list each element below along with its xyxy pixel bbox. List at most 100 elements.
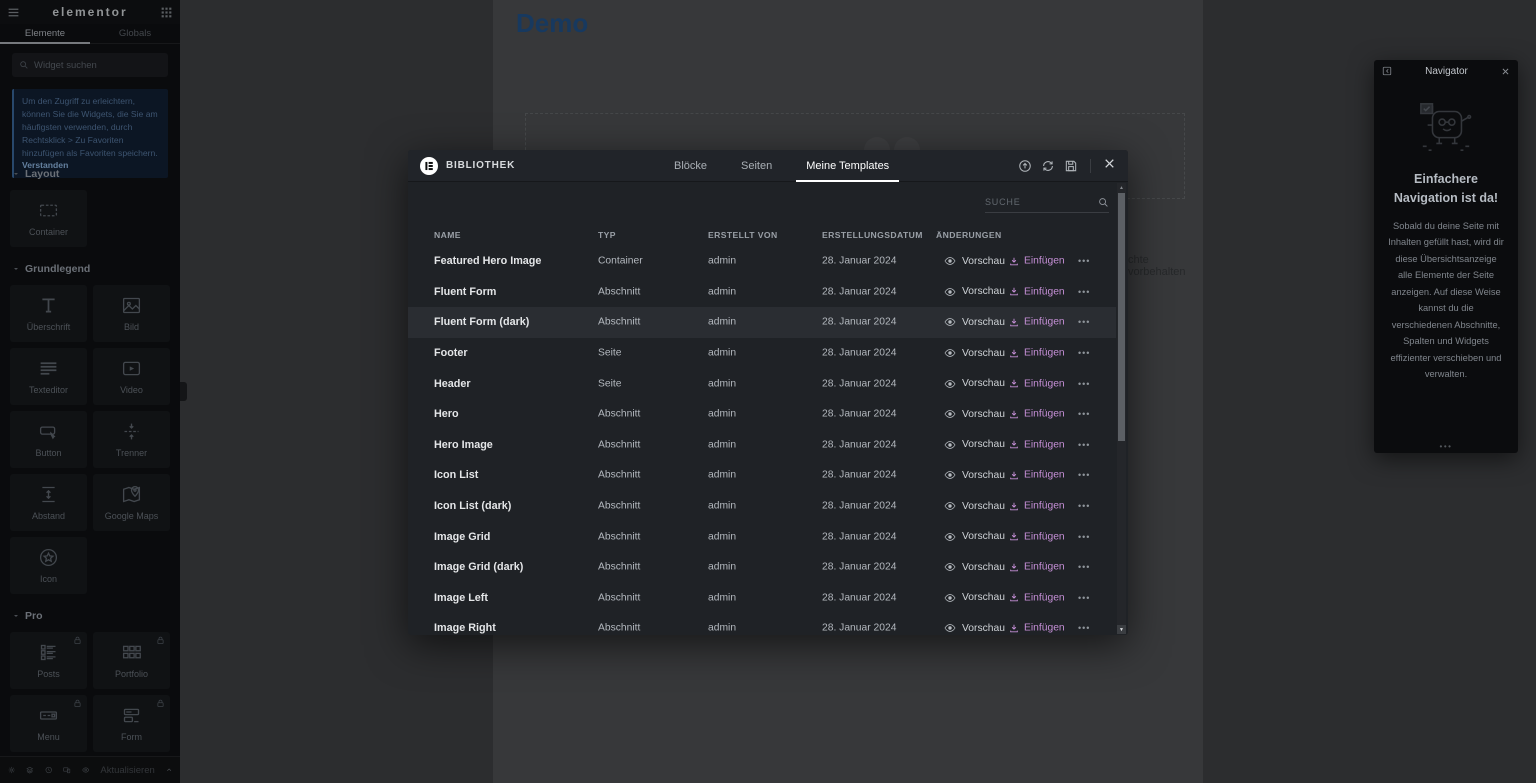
template-row[interactable]: Icon List (dark)Abschnittadmin28. Januar… (408, 491, 1116, 522)
template-row[interactable]: Fluent FormAbschnittadmin28. Januar 2024… (408, 277, 1116, 308)
section-title[interactable]: Pro (12, 610, 168, 622)
more-options-button[interactable]: ••• (1078, 348, 1090, 358)
library-tab-blöcke[interactable]: Blöcke (670, 150, 711, 182)
library-tab-meine-templates[interactable]: Meine Templates (802, 150, 893, 182)
responsive-mode-icon[interactable] (63, 764, 70, 776)
apps-grid-icon[interactable] (160, 6, 173, 19)
more-options-button[interactable]: ••• (1078, 256, 1090, 266)
insert-button[interactable]: Einfügen (1009, 256, 1065, 267)
more-options-button[interactable]: ••• (1078, 532, 1090, 542)
scrollbar[interactable]: ▲ ▼ (1117, 183, 1126, 634)
more-options-button[interactable]: ••• (1078, 440, 1090, 450)
template-row[interactable]: HeroAbschnittadmin28. Januar 2024Vorscha… (408, 399, 1116, 430)
save-icon[interactable] (1064, 159, 1078, 173)
preview-button[interactable]: Vorschau (944, 316, 1005, 328)
insert-button[interactable]: Einfügen (1009, 623, 1065, 634)
more-options-button[interactable]: ••• (1078, 287, 1090, 297)
insert-button[interactable]: Einfügen (1009, 409, 1065, 420)
more-options-button[interactable]: ••• (1078, 623, 1090, 633)
settings-icon[interactable] (8, 764, 15, 776)
update-button[interactable]: Aktualisieren (100, 765, 154, 776)
widget-bild[interactable]: Bild (93, 285, 170, 342)
more-options-button[interactable]: ••• (1078, 379, 1090, 389)
template-row[interactable]: Image GridAbschnittadmin28. Januar 2024V… (408, 521, 1116, 552)
widget-abstand[interactable]: Abstand (10, 474, 87, 531)
insert-button[interactable]: Einfügen (1009, 592, 1065, 603)
hamburger-menu-icon[interactable] (7, 6, 20, 19)
preview-button[interactable]: Vorschau (944, 622, 1005, 634)
more-options-button[interactable]: ••• (1078, 317, 1090, 327)
library-search-input[interactable]: SUCHE (985, 192, 1109, 213)
preview-button[interactable]: Vorschau (944, 592, 1005, 604)
template-row[interactable]: Image RightAbschnittadmin28. Januar 2024… (408, 613, 1116, 635)
import-template-icon[interactable] (1018, 159, 1032, 173)
dock-icon[interactable] (1382, 66, 1392, 76)
template-row[interactable]: Fluent Form (dark)Abschnittadmin28. Janu… (408, 307, 1116, 338)
close-icon[interactable] (1501, 67, 1510, 76)
scroll-up-arrow[interactable]: ▲ (1117, 183, 1126, 192)
chevron-up-icon[interactable] (166, 765, 172, 775)
insert-button[interactable]: Einfügen (1009, 439, 1065, 450)
more-options-button[interactable]: ••• (1078, 409, 1090, 419)
more-options-button[interactable]: ••• (1078, 501, 1090, 511)
more-options-button[interactable]: ••• (1078, 593, 1090, 603)
close-library-button[interactable] (1103, 157, 1116, 175)
insert-button[interactable]: Einfügen (1009, 348, 1065, 359)
preview-button[interactable]: Vorschau (944, 408, 1005, 420)
more-options-button[interactable]: ••• (1078, 470, 1090, 480)
template-row[interactable]: FooterSeiteadmin28. Januar 2024VorschauE… (408, 338, 1116, 369)
more-options-button[interactable]: ••• (1078, 562, 1090, 572)
insert-button[interactable]: Einfügen (1009, 286, 1065, 297)
template-row[interactable]: Image Grid (dark)Abschnittadmin28. Janua… (408, 552, 1116, 583)
insert-button[interactable]: Einfügen (1009, 501, 1065, 512)
widget-menu[interactable]: Menu (10, 695, 87, 752)
preview-icon[interactable] (82, 764, 89, 776)
section-title[interactable]: Layout (12, 168, 168, 180)
history-icon[interactable] (45, 764, 52, 776)
scroll-down-arrow[interactable]: ▼ (1117, 625, 1126, 634)
resize-handle[interactable]: ••• (1374, 442, 1518, 451)
widget-icon[interactable]: Icon (10, 537, 87, 594)
preview-button[interactable]: Vorschau (944, 286, 1005, 298)
library-tab-seiten[interactable]: Seiten (737, 150, 776, 182)
insert-button[interactable]: Einfügen (1009, 470, 1065, 481)
widget-überschrift[interactable]: Überschrift (10, 285, 87, 342)
template-row[interactable]: Hero ImageAbschnittadmin28. Januar 2024V… (408, 430, 1116, 461)
preview-button[interactable]: Vorschau (944, 378, 1005, 390)
insert-button[interactable]: Einfügen (1009, 378, 1065, 389)
template-row[interactable]: HeaderSeiteadmin28. Januar 2024VorschauE… (408, 368, 1116, 399)
widget-button[interactable]: Button (10, 411, 87, 468)
navigator-icon[interactable] (26, 764, 33, 776)
insert-button[interactable]: Einfügen (1009, 317, 1065, 328)
sync-library-icon[interactable] (1041, 159, 1055, 173)
section-title[interactable]: Grundlegend (12, 263, 168, 275)
preview-button[interactable]: Vorschau (944, 255, 1005, 267)
preview-button[interactable]: Vorschau (944, 347, 1005, 359)
widget-portfolio[interactable]: Portfolio (93, 632, 170, 689)
widget-container[interactable]: Container (10, 190, 87, 247)
template-row[interactable]: Featured Hero ImageContaineradmin28. Jan… (408, 246, 1116, 277)
panel-collapse-handle[interactable] (180, 382, 187, 401)
panel-tab-globals[interactable]: Globals (90, 24, 180, 43)
library-header: BIBLIOTHEK BlöckeSeitenMeine Templates (408, 150, 1128, 182)
menu-widget-icon (38, 705, 59, 726)
preview-button[interactable]: Vorschau (944, 561, 1005, 573)
widget-texteditor[interactable]: Texteditor (10, 348, 87, 405)
widget-trenner[interactable]: Trenner (93, 411, 170, 468)
preview-button[interactable]: Vorschau (944, 439, 1005, 451)
template-row[interactable]: Image LeftAbschnittadmin28. Januar 2024V… (408, 583, 1116, 614)
preview-button[interactable]: Vorschau (944, 469, 1005, 481)
insert-button[interactable]: Einfügen (1009, 531, 1065, 542)
scrollbar-thumb[interactable] (1118, 193, 1125, 441)
insert-button[interactable]: Einfügen (1009, 562, 1065, 573)
panel-tab-elemente[interactable]: Elemente (0, 24, 90, 43)
widget-form[interactable]: Form (93, 695, 170, 752)
widget-posts[interactable]: Posts (10, 632, 87, 689)
widget-video[interactable]: Video (93, 348, 170, 405)
preview-button[interactable]: Vorschau (944, 500, 1005, 512)
widget-search-input[interactable]: Widget suchen (12, 53, 168, 77)
widget-google-maps[interactable]: Google Maps (93, 474, 170, 531)
template-row[interactable]: Icon ListAbschnittadmin28. Januar 2024Vo… (408, 460, 1116, 491)
preview-button[interactable]: Vorschau (944, 531, 1005, 543)
heading-icon (38, 295, 59, 316)
